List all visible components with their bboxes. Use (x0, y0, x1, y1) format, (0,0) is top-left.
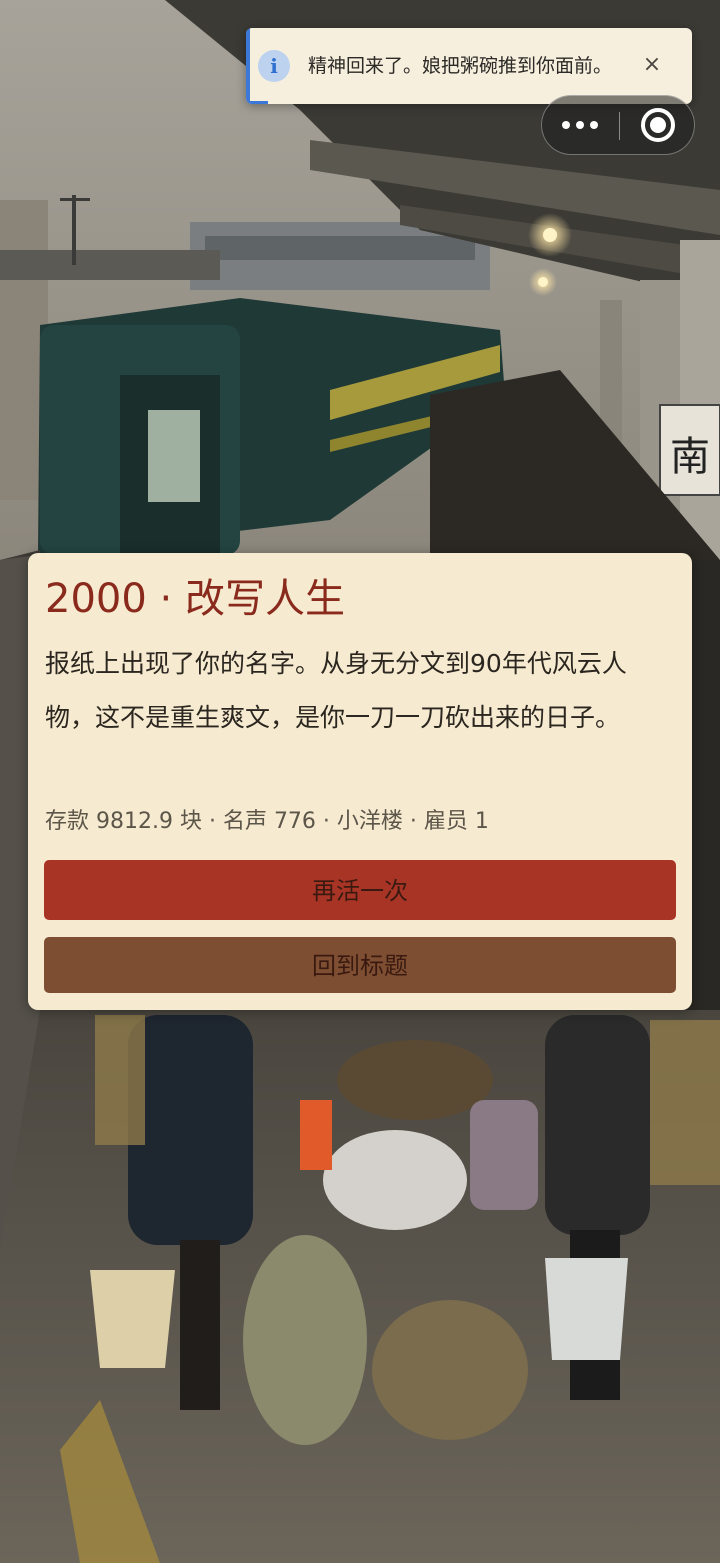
ending-description: 报纸上出现了你的名字。从身无分文到90年代风云人物，这不是重生爽文，是你一刀一刀… (45, 649, 627, 732)
close-icon[interactable]: × (640, 50, 664, 80)
bucket (90, 1270, 175, 1368)
toast-timer-progress (250, 101, 268, 104)
ending-title: 2000 · 改写人生 (45, 576, 345, 622)
toast-notification: i 精神回来了。娘把粥碗推到你面前。 × (246, 28, 692, 104)
back-to-title-button[interactable]: 回到标题 (44, 937, 676, 993)
ending-card: 2000 · 改写人生 报纸上出现了你的名字。从身无分文到90年代风云人物，这不… (28, 553, 692, 1010)
luggage-bag (323, 1130, 467, 1230)
toast-accent-bar (246, 28, 250, 104)
info-icon: i (258, 50, 290, 82)
more-dots-icon[interactable] (542, 96, 619, 154)
miniprogram-capsule (541, 95, 695, 155)
target-close-icon[interactable] (620, 96, 696, 154)
svg-text:南: 南 (670, 434, 710, 480)
play-again-button[interactable]: 再活一次 (44, 860, 676, 920)
ending-stats: 存款 9812.9 块 · 名声 776 · 小洋楼 · 雇员 1 (45, 809, 489, 834)
toast-message: 精神回来了。娘把粥碗推到你面前。 (308, 55, 613, 77)
